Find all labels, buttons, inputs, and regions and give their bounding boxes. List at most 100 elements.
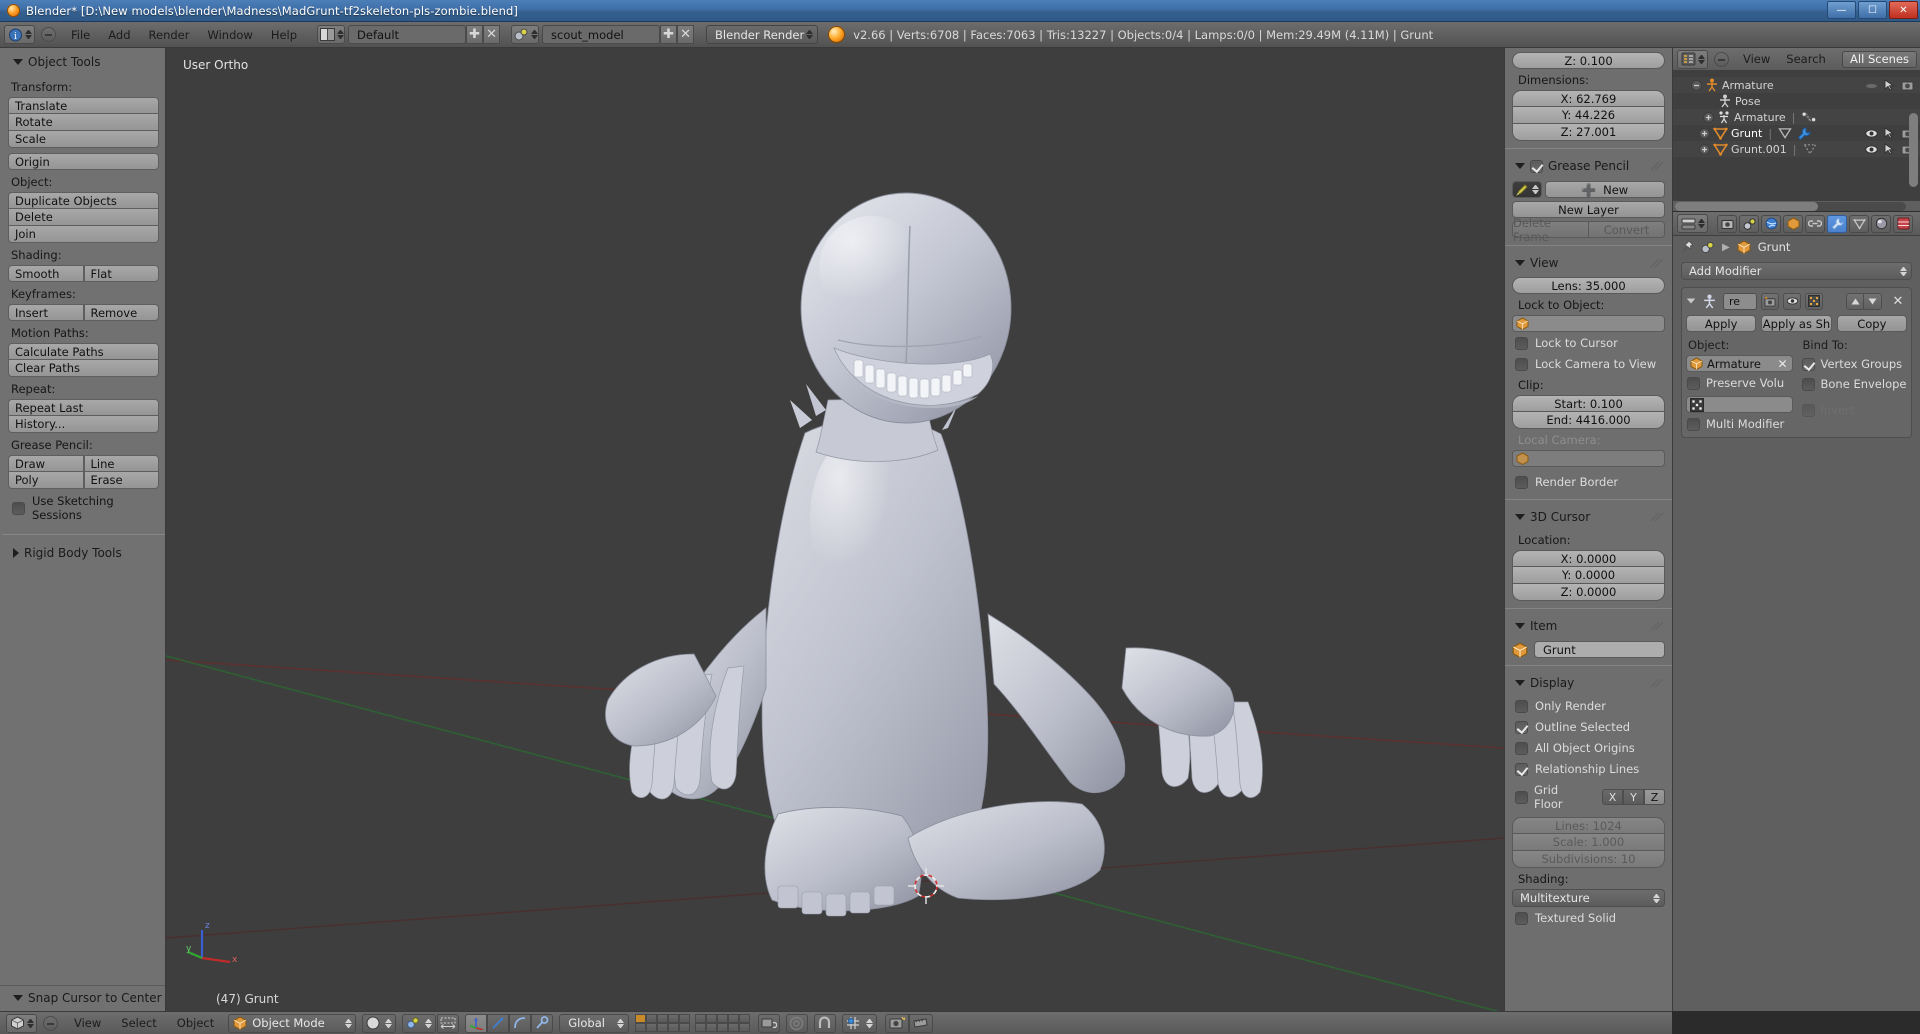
- preserve-volume-checkbox[interactable]: [1687, 376, 1700, 390]
- outliner-vertical-scrollbar[interactable]: [1909, 113, 1918, 187]
- rigid-body-tools-panel-header[interactable]: Rigid Body Tools: [8, 543, 159, 566]
- viewport-menu-select[interactable]: Select: [111, 1016, 166, 1030]
- gp-convert-button[interactable]: Convert: [1589, 221, 1665, 238]
- multi-modifier-checkbox[interactable]: [1687, 417, 1700, 431]
- properties-editor-type-selector[interactable]: [1677, 214, 1708, 233]
- scene-layers[interactable]: [634, 1014, 750, 1032]
- grease-pencil-panel-header[interactable]: Grease Pencil: [1512, 152, 1665, 178]
- grease-pencil-checkbox[interactable]: [1530, 159, 1543, 173]
- scene-selector[interactable]: [511, 25, 540, 44]
- grid-floor-row[interactable]: Grid Floor X Y Z: [1512, 779, 1665, 814]
- shade-flat-button[interactable]: Flat: [83, 265, 159, 282]
- layer-cell[interactable]: [656, 1023, 668, 1032]
- modifier-apply-button[interactable]: Apply: [1686, 315, 1757, 332]
- visible-eye-icon[interactable]: [1865, 144, 1878, 155]
- modifier-viewport-toggle[interactable]: [1783, 292, 1801, 310]
- clear-paths-button[interactable]: Clear Paths: [8, 360, 159, 377]
- relationship-lines-row[interactable]: Relationship Lines: [1512, 758, 1665, 779]
- pin-icon[interactable]: [1681, 240, 1694, 254]
- layer-cell[interactable]: [694, 1014, 706, 1023]
- layer-cell[interactable]: [678, 1023, 690, 1032]
- rotate-manipulator-button[interactable]: [487, 1013, 510, 1033]
- screen-add-button[interactable]: ✚: [466, 25, 484, 44]
- modifier-object-field[interactable]: Armature ✕: [1686, 355, 1793, 372]
- pivot-point-selector[interactable]: [402, 1013, 437, 1033]
- tab-modifier-icon[interactable]: [1827, 214, 1847, 233]
- modifier-copy-button[interactable]: Copy: [1836, 315, 1907, 332]
- transform-z-field[interactable]: Z: 0.100: [1512, 52, 1665, 69]
- grease-pencil-brush-selector[interactable]: [1512, 181, 1542, 198]
- tab-texture-icon[interactable]: [1893, 214, 1913, 233]
- info-editor-type-selector[interactable]: i: [4, 25, 35, 44]
- delete-button[interactable]: Delete: [8, 209, 159, 226]
- scene-name-field[interactable]: scout_model: [542, 25, 661, 44]
- modifier-render-toggle[interactable]: [1761, 292, 1779, 310]
- gp-draw-button[interactable]: Draw: [8, 455, 84, 472]
- selectable-cursor-icon[interactable]: [1884, 79, 1895, 91]
- textured-solid-row[interactable]: Textured Solid: [1512, 907, 1665, 928]
- scene-icon[interactable]: [1701, 241, 1715, 254]
- lock-camera-to-view-checkbox[interactable]: [1515, 357, 1528, 371]
- collapse-menu-icon[interactable]: [43, 1015, 58, 1031]
- grid-axis-z-toggle[interactable]: Z: [1644, 789, 1665, 805]
- viewport-shading-selector[interactable]: [362, 1013, 397, 1033]
- origin-button[interactable]: Origin: [8, 153, 159, 170]
- collapse-minus-icon[interactable]: [1691, 79, 1702, 91]
- repeat-last-button[interactable]: Repeat Last: [8, 399, 159, 416]
- bone-envelope-row[interactable]: Bone Envelope: [1801, 373, 1908, 393]
- layer-cell[interactable]: [727, 1014, 739, 1023]
- scene-delete-button[interactable]: ✕: [677, 25, 695, 44]
- add-modifier-selector[interactable]: Add Modifier: [1681, 262, 1912, 280]
- hidden-eye-icon[interactable]: [1865, 80, 1878, 91]
- lock-to-cursor-checkbox[interactable]: [1515, 336, 1528, 350]
- modifier-wrench-icon[interactable]: [1797, 126, 1811, 140]
- snap-cursor-panel-header[interactable]: Snap Cursor to Center: [0, 986, 165, 1011]
- clear-object-icon[interactable]: ✕: [1777, 357, 1791, 371]
- lock-camera-to-view-row[interactable]: Lock Camera to View: [1512, 353, 1665, 374]
- layer-cell[interactable]: [716, 1014, 728, 1023]
- expand-plus-icon[interactable]: [1703, 111, 1714, 123]
- layer-cell[interactable]: [656, 1014, 668, 1023]
- item-name-field[interactable]: Grunt: [1534, 641, 1665, 658]
- display-panel-header[interactable]: Display: [1512, 669, 1665, 695]
- manipulator-toggle-button[interactable]: [437, 1013, 460, 1033]
- modifier-edit-mode-toggle[interactable]: [1805, 292, 1823, 310]
- modifier-delete-icon[interactable]: ✕: [1889, 293, 1907, 310]
- translate-button[interactable]: Translate: [8, 97, 159, 114]
- tab-object-icon[interactable]: [1783, 214, 1803, 233]
- layer-cell[interactable]: [634, 1014, 646, 1023]
- invert-checkbox[interactable]: [1801, 403, 1815, 417]
- tab-render-icon[interactable]: [1717, 214, 1737, 233]
- scale-manipulator-button[interactable]: [509, 1013, 532, 1033]
- render-engine-selector[interactable]: Blender Render: [706, 25, 819, 44]
- vertex-group-field[interactable]: [1686, 396, 1793, 413]
- join-button[interactable]: Join: [8, 226, 159, 243]
- extra-manipulator-button[interactable]: [531, 1013, 554, 1033]
- clip-start-field[interactable]: Start: 0.100: [1512, 395, 1665, 412]
- gp-erase-button[interactable]: Erase: [83, 472, 159, 489]
- proportional-edit-button[interactable]: [785, 1013, 808, 1033]
- screen-layout-name[interactable]: Default: [348, 25, 467, 44]
- modifier-name-field[interactable]: re: [1723, 292, 1757, 310]
- selectable-cursor-icon[interactable]: [1884, 143, 1895, 155]
- menu-add[interactable]: Add: [99, 22, 139, 48]
- tab-scene-icon[interactable]: [1739, 214, 1759, 233]
- grid-scale-field[interactable]: Scale: 1.000: [1512, 834, 1665, 851]
- grid-axis-x-toggle[interactable]: X: [1602, 789, 1623, 805]
- tab-constraints-icon[interactable]: [1805, 214, 1825, 233]
- bone-icon[interactable]: [1801, 111, 1817, 123]
- lock-object-modes-button[interactable]: [757, 1013, 780, 1033]
- snap-element-selector[interactable]: [841, 1013, 877, 1033]
- local-camera-field[interactable]: [1512, 450, 1665, 467]
- dimension-y-field[interactable]: Y: 44.226: [1512, 107, 1665, 124]
- scene-add-button[interactable]: ✚: [660, 25, 678, 44]
- textured-solid-checkbox[interactable]: [1515, 911, 1528, 925]
- history-button[interactable]: History...: [8, 416, 159, 433]
- outliner-row-pose[interactable]: Pose: [1673, 93, 1920, 109]
- tab-world-icon[interactable]: [1761, 214, 1781, 233]
- outliner-row-grunt001[interactable]: Grunt.001 |: [1673, 141, 1920, 157]
- screen-delete-button[interactable]: ✕: [483, 25, 501, 44]
- outliner-row-armature-object[interactable]: Armature: [1673, 77, 1920, 93]
- shading-method-selector[interactable]: Multitexture: [1512, 889, 1665, 907]
- vertex-groups-checkbox[interactable]: [1801, 357, 1815, 371]
